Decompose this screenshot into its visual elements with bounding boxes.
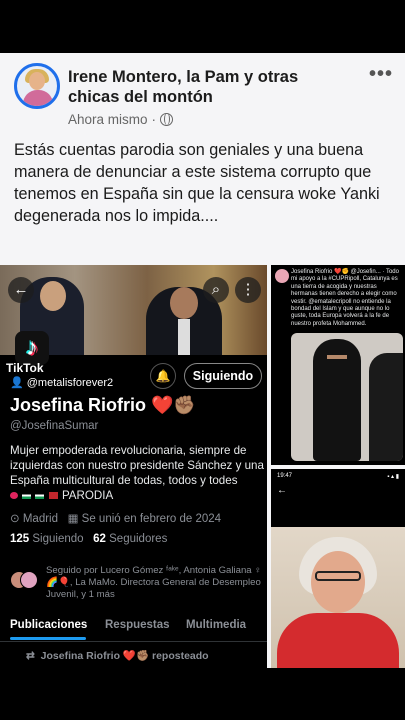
post-text: Estás cuentas parodia son geniales y una…: [14, 141, 380, 225]
follower-avatars: [10, 571, 42, 591]
profile-handle: @JosefinaSumar: [10, 420, 99, 432]
status-time: 19:47: [277, 473, 293, 479]
photo-screenshot[interactable]: 19:47 ▪ ▴ ▮ ←: [271, 469, 405, 668]
tab-multimedia: Multimedia: [186, 619, 247, 631]
back-arrow-icon: ←: [8, 277, 34, 303]
calendar-icon: ▦: [67, 513, 79, 525]
active-tab-indicator: [10, 637, 86, 640]
page-avatar[interactable]: [14, 63, 60, 109]
followed-by: Seguido por Lucero Gómez ᶠᵃᵏᵉ, Antonia G…: [10, 565, 264, 603]
followed-by-text: Seguido por Lucero Gómez ᶠᵃᵏᵉ, Antonia G…: [46, 565, 262, 600]
profile-info: ⊙ Madrid ▦ Se unió en febrero de 2024: [10, 511, 221, 525]
tiktok-username: 👤 @metalisforever2: [10, 377, 114, 389]
post-timestamp[interactable]: Ahora mismo: [68, 112, 148, 127]
location-icon: ⊙: [10, 513, 20, 525]
person-figure: [369, 353, 403, 461]
profile-stats: 125 Siguiendo 62 Seguidores: [10, 533, 167, 545]
more-options-icon[interactable]: •••: [369, 63, 393, 86]
bio-text: Mujer empoderada revolucionaria, siempre…: [10, 444, 264, 487]
woman-portrait: [271, 527, 405, 668]
tabs-divider: [0, 641, 267, 642]
flag-icons: [10, 488, 59, 503]
tiktok-watermark: TikTok: [6, 361, 44, 375]
followers-label: Seguidores: [109, 533, 168, 545]
repost-text: Josefina Riofrio ❤️✊🏽 reposteado: [40, 650, 209, 662]
profile-bio: Mujer empoderada revolucionaria, siempre…: [10, 443, 264, 503]
bell-icon: 🔔: [150, 363, 176, 389]
tab-publicaciones: Publicaciones: [10, 619, 88, 631]
more-vertical-icon: ⋮: [235, 277, 261, 303]
profile-tabs: Publicaciones Respuestas Multimedia: [0, 613, 267, 640]
profile-screenshot[interactable]: ← ⌕ ⋮ ♪ TikTok 👤 @metalisforever2 🔔 Sigu…: [0, 265, 267, 668]
following-count: 125: [10, 533, 30, 545]
post-meta: Ahora mismo ·: [68, 112, 174, 127]
tab-respuestas: Respuestas: [105, 619, 170, 631]
search-icon: ⌕: [203, 277, 229, 303]
profile-joined: Se unió en febrero de 2024: [81, 513, 222, 525]
post-header: Irene Montero, la Pam y otras chicas del…: [0, 53, 405, 141]
following-label: Siguiendo: [32, 533, 84, 545]
facebook-post: Irene Montero, la Pam y otras chicas del…: [0, 53, 405, 668]
globe-icon: [160, 113, 174, 126]
following-button: Siguiendo: [184, 363, 262, 389]
followers-count: 62: [93, 533, 106, 545]
profile-name: Josefina Riofrio ❤️✊🏽: [10, 395, 196, 415]
bio-tag: PARODIA: [61, 489, 114, 502]
repost-icon: ⇄: [26, 650, 35, 662]
status-icons: ▪ ▴ ▮: [387, 474, 399, 480]
tweet-photo: [291, 333, 403, 461]
tweet-screenshot[interactable]: Josefina Riofrio ❤️✊ @Josefin... · Todo …: [271, 265, 405, 465]
page-name[interactable]: Irene Montero, la Pam y otras chicas del…: [68, 67, 338, 107]
repost-line: ⇄ Josefina Riofrio ❤️✊🏽 reposteado: [26, 649, 209, 662]
tweet-avatar: [275, 269, 289, 283]
meta-separator: ·: [151, 112, 157, 127]
back-arrow-icon: ←: [277, 485, 287, 496]
veiled-figure: [313, 339, 361, 461]
tweet-text: Josefina Riofrio ❤️✊ @Josefin... · Todo …: [291, 269, 399, 327]
profile-location: Madrid: [22, 513, 58, 525]
